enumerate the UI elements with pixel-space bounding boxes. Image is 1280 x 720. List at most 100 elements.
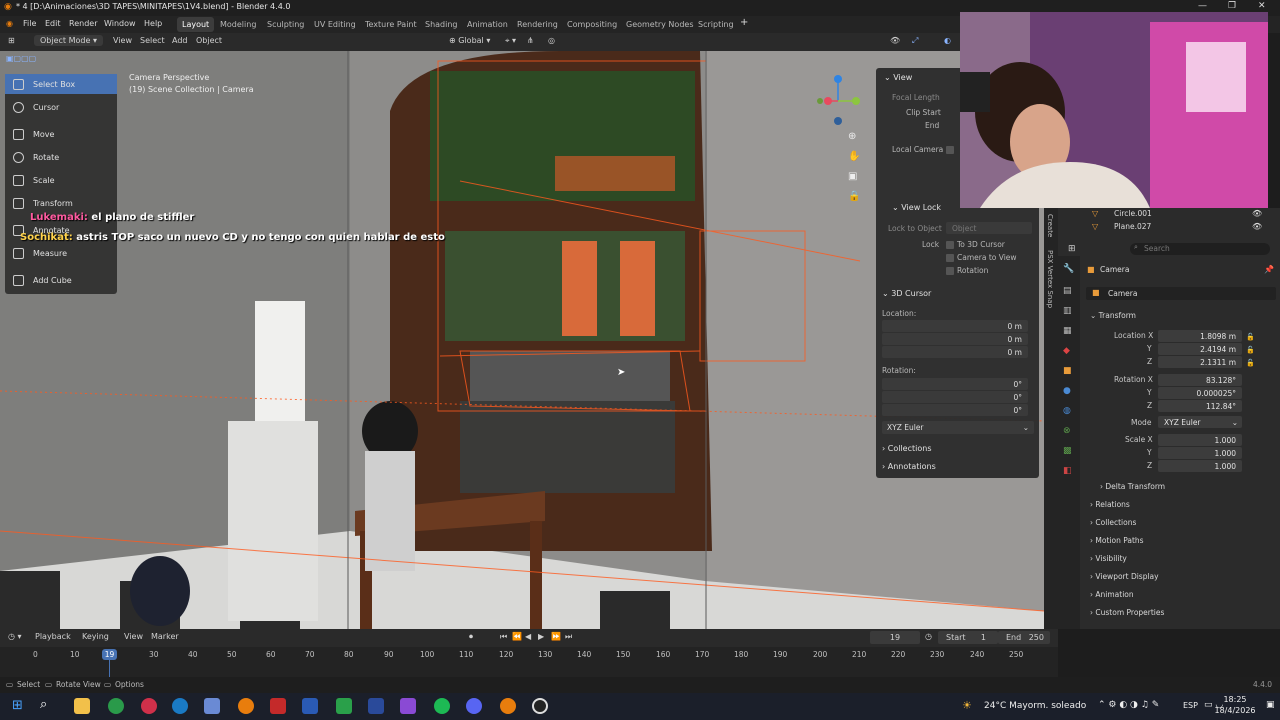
timeline-editor-icon[interactable]: ◷ ▾ xyxy=(8,632,22,641)
end-frame-field[interactable]: End 250 xyxy=(998,631,1050,644)
cursor-rotation-x[interactable]: 0° xyxy=(882,378,1028,390)
menu-keying[interactable]: Keying xyxy=(82,632,109,641)
menu-add[interactable]: Add xyxy=(172,36,188,45)
rotation-z-field[interactable]: 112.84° xyxy=(1158,400,1242,412)
tool-select-box[interactable]: Select Box xyxy=(5,74,117,94)
discord-icon[interactable] xyxy=(466,698,482,714)
maximize-icon[interactable]: ❐ xyxy=(1228,1,1236,11)
language-indicator[interactable]: ESP xyxy=(1183,701,1198,710)
blender-active-icon[interactable] xyxy=(500,698,516,714)
tab-shading[interactable]: Shading xyxy=(420,17,463,32)
cursor-rotation-mode-dropdown[interactable]: XYZ Euler ⌄ xyxy=(882,421,1034,434)
tool-scale[interactable]: Scale xyxy=(5,170,117,190)
render-tab-icon[interactable]: ▤ xyxy=(1063,286,1072,296)
pivot-icon[interactable]: ⌖ ▾ xyxy=(505,36,516,46)
add-workspace-icon[interactable]: + xyxy=(740,17,748,28)
menu-window[interactable]: Window xyxy=(104,19,136,28)
search-icon[interactable]: ⌕ xyxy=(40,697,47,712)
constraints-tab-icon[interactable]: ⊗ xyxy=(1063,426,1071,436)
collections-section-header[interactable]: › Collections xyxy=(1090,518,1136,527)
view-layer-tab-icon[interactable]: ▦ xyxy=(1063,326,1072,336)
rotation-lock-checkbox[interactable] xyxy=(946,267,954,275)
viewport-display-header[interactable]: › Viewport Display xyxy=(1090,572,1159,581)
close-icon[interactable]: ✕ xyxy=(1258,1,1266,11)
editor-type-icon[interactable]: ⊞ xyxy=(8,36,15,45)
3d-cursor-header[interactable]: ⌄ 3D Cursor xyxy=(882,289,931,298)
tab-psx-vertex-snap[interactable]: PSX Vertex Snap xyxy=(1046,250,1054,308)
tab-scripting[interactable]: Scripting xyxy=(693,17,739,32)
scale-x-field[interactable]: 1.000 xyxy=(1158,434,1242,446)
collections-header[interactable]: › Collections xyxy=(882,444,932,453)
clock-time[interactable]: 18:25 xyxy=(1214,695,1256,704)
output-tab-icon[interactable]: ▥ xyxy=(1063,306,1072,316)
camera-view-icon[interactable]: ▣ xyxy=(848,171,857,182)
scene-tab-icon[interactable]: ◆ xyxy=(1063,346,1070,356)
data-tab-icon[interactable]: ▩ xyxy=(1063,446,1072,456)
davinci-icon[interactable] xyxy=(270,698,286,714)
cursor-location-z[interactable]: 0 m xyxy=(882,346,1028,358)
modifier-tab-icon[interactable]: ● xyxy=(1063,386,1071,396)
custom-properties-header[interactable]: › Custom Properties xyxy=(1090,608,1164,617)
jump-end-icon[interactable]: ⏭ xyxy=(565,632,572,642)
eye-icon[interactable]: 👁 xyxy=(1252,209,1262,218)
local-camera-checkbox[interactable] xyxy=(946,146,954,154)
tool-cursor[interactable]: Cursor xyxy=(5,97,117,117)
scale-z-field[interactable]: 1.000 xyxy=(1158,460,1242,472)
visibility-icon[interactable]: 👁 xyxy=(890,36,900,45)
tab-rendering[interactable]: Rendering xyxy=(512,17,563,32)
prev-keyframe-icon[interactable]: ⏪ xyxy=(512,632,522,641)
lock-camera-icon[interactable]: 🔒 xyxy=(848,191,860,202)
menu-timeline-view[interactable]: View xyxy=(124,632,143,641)
start-frame-field[interactable]: Start 1 xyxy=(938,631,998,644)
location-z-field[interactable]: 2.1311 m xyxy=(1158,356,1242,368)
search-input[interactable]: Search xyxy=(1130,243,1270,255)
location-x-field[interactable]: 1.8098 m xyxy=(1158,330,1242,342)
tray-icons[interactable]: ⌃ ⚙ ◐ ◑ ♫ ✎ xyxy=(1098,700,1159,710)
orientation-dropdown[interactable]: ⊕ Global ▾ xyxy=(449,36,490,45)
tool-rotate[interactable]: Rotate xyxy=(5,147,117,167)
notification-icon[interactable]: ▣ xyxy=(1266,700,1275,710)
transform-header[interactable]: ⌄ Transform xyxy=(1090,311,1136,320)
menu-edit[interactable]: Edit xyxy=(45,19,61,28)
app-blue-icon[interactable] xyxy=(302,698,318,714)
menu-select[interactable]: Select xyxy=(140,36,165,45)
annotations-header[interactable]: › Annotations xyxy=(882,462,936,471)
camera-to-view-checkbox[interactable] xyxy=(946,254,954,262)
tab-uv-editing[interactable]: UV Editing xyxy=(309,17,361,32)
minimize-icon[interactable]: — xyxy=(1198,1,1207,11)
relations-header[interactable]: › Relations xyxy=(1090,500,1130,509)
tab-create[interactable]: Create xyxy=(1046,214,1054,237)
next-keyframe-icon[interactable]: ⏩ xyxy=(551,632,561,641)
location-y-field[interactable]: 2.4194 m xyxy=(1158,343,1242,355)
delta-transform-header[interactable]: › Delta Transform xyxy=(1100,482,1165,491)
editor-type-icon[interactable]: ⊞ xyxy=(1068,244,1076,254)
tool-tab-icon[interactable]: 🔧 xyxy=(1063,264,1074,274)
menu-playback[interactable]: Playback xyxy=(35,632,71,641)
menu-help[interactable]: Help xyxy=(144,19,162,28)
opera-icon[interactable] xyxy=(141,698,157,714)
file-explorer-icon[interactable] xyxy=(74,698,90,714)
snap-icon[interactable]: ⋔ xyxy=(527,36,534,45)
motion-paths-header[interactable]: › Motion Paths xyxy=(1090,536,1144,545)
outliner-row[interactable]: ▽ Circle.001 👁 xyxy=(1058,208,1280,221)
tool-transform[interactable]: Transform xyxy=(5,193,117,213)
obs-icon[interactable] xyxy=(532,698,548,714)
tab-texture-paint[interactable]: Texture Paint xyxy=(360,17,422,32)
jump-start-icon[interactable]: ⏮ xyxy=(500,632,507,642)
clock-date[interactable]: 18/4/2026 xyxy=(1206,706,1264,715)
physics-tab-icon[interactable]: ◍ xyxy=(1063,406,1071,416)
tab-modeling[interactable]: Modeling xyxy=(215,17,261,32)
pin-icon[interactable]: 📌 xyxy=(1264,265,1274,274)
menu-file[interactable]: File xyxy=(23,19,36,28)
chrome-icon[interactable] xyxy=(108,698,124,714)
playhead[interactable]: 19 xyxy=(102,649,117,660)
tab-geometry-nodes[interactable]: Geometry Nodes xyxy=(621,17,698,32)
blender-taskbar-icon[interactable] xyxy=(238,698,254,714)
timeline-ruler[interactable]: 0 10 19 30 40 50 60 70 80 90 100 110 120… xyxy=(0,647,1058,677)
record-icon[interactable]: ⏺ xyxy=(469,632,473,642)
overlay-icon[interactable]: ◐ xyxy=(944,36,951,45)
zoom-icon[interactable]: ⊕ xyxy=(848,131,856,142)
tool-add-cube[interactable]: Add Cube xyxy=(5,270,117,290)
vscode-icon[interactable] xyxy=(368,698,384,714)
rotation-y-field[interactable]: 0.000025° xyxy=(1158,387,1242,399)
